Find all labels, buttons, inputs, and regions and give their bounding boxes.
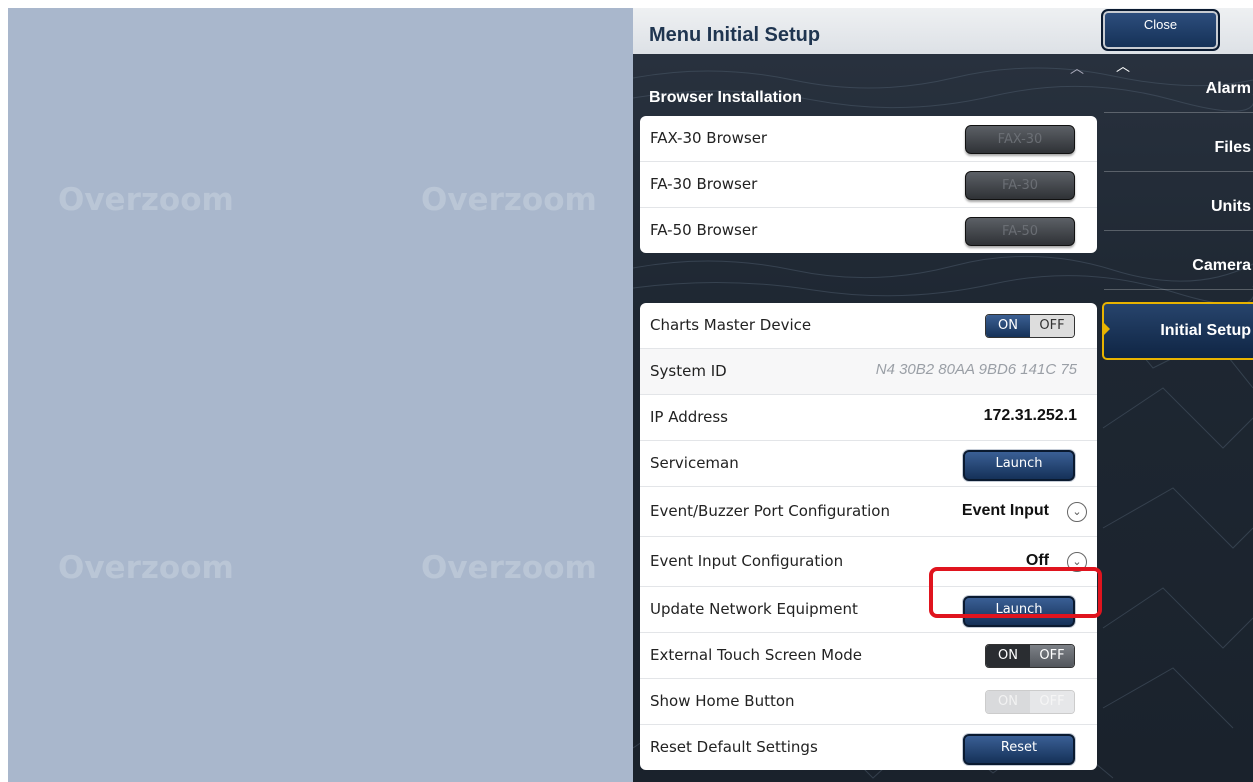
nav-item-files[interactable]: Files (1104, 113, 1253, 172)
chevron-down-icon[interactable]: ⌄ (1067, 502, 1087, 522)
row-label: Update Network Equipment (650, 600, 858, 618)
list-item: Reset Default Settings Reset (640, 725, 1097, 770)
row-label: FAX-30 Browser (650, 129, 768, 147)
list-item: Charts Master Device ON OFF (640, 303, 1097, 349)
toggle-off[interactable]: OFF (1030, 645, 1074, 667)
settings-nav: ︿ Alarm Files Units Camera Initial Setup (1102, 54, 1253, 782)
toggle-on: ON (986, 691, 1030, 713)
list-item: System ID N4 30B2 80AA 9BD6 141C 75 (640, 349, 1097, 395)
watermark: Overzoom (58, 550, 234, 586)
row-label: Serviceman (650, 454, 739, 472)
fa30-install-button[interactable]: FA-30 (965, 171, 1075, 200)
show-home-toggle: ON OFF (985, 690, 1075, 714)
fa50-install-button[interactable]: FA-50 (965, 217, 1075, 246)
title-bar: Menu Initial Setup Close (633, 8, 1253, 54)
toggle-on[interactable]: ON (986, 645, 1030, 667)
section-title: Browser Installation (649, 89, 802, 106)
nav-label: Alarm (1205, 80, 1251, 97)
external-touch-toggle[interactable]: ON OFF (985, 644, 1075, 668)
list-item: FA-50 Browser FA-50 (640, 208, 1097, 253)
toggle-on[interactable]: ON (986, 315, 1030, 337)
row-label: Event Input Configuration (650, 552, 844, 570)
settings-card: Charts Master Device ON OFF System ID N4… (640, 303, 1097, 770)
active-indicator-icon (1103, 322, 1110, 336)
watermark: Overzoom (421, 550, 597, 586)
list-item: IP Address 172.31.252.1 (640, 395, 1097, 441)
list-item: FAX-30 Browser FAX-30 (640, 116, 1097, 162)
toggle-off[interactable]: OFF (1030, 315, 1074, 337)
system-id-value: N4 30B2 80AA 9BD6 141C 75 (875, 361, 1077, 378)
row-label: FA-30 Browser (650, 175, 758, 193)
list-item: External Touch Screen Mode ON OFF (640, 633, 1097, 679)
row-label: System ID (650, 362, 727, 380)
row-label: External Touch Screen Mode (650, 646, 863, 664)
nav-item-alarm[interactable]: Alarm (1104, 54, 1253, 113)
nav-label: Initial Setup (1160, 322, 1251, 339)
row-label: IP Address (650, 408, 728, 426)
row-label: Event/Buzzer Port Configuration (650, 502, 890, 520)
row-label: Show Home Button (650, 692, 795, 710)
watermark: Overzoom (58, 182, 234, 218)
nav-label: Units (1211, 198, 1251, 215)
row-label: Charts Master Device (650, 316, 812, 334)
list-item: FA-30 Browser FA-30 (640, 162, 1097, 208)
nav-label: Files (1214, 139, 1251, 156)
menu-panel: Menu Initial Setup Close ︿ Browser Insta… (633, 8, 1253, 782)
row-label: FA-50 Browser (650, 221, 758, 239)
nav-label: Camera (1192, 257, 1251, 274)
highlight-box (929, 567, 1102, 618)
charts-master-toggle[interactable]: ON OFF (985, 314, 1075, 338)
scroll-up-icon[interactable]: ︿ (1070, 58, 1084, 78)
close-button[interactable]: Close (1101, 9, 1220, 51)
toggle-off: OFF (1030, 691, 1074, 713)
list-item[interactable]: Event/Buzzer Port Configuration Event In… (640, 487, 1097, 537)
ip-address-value: 172.31.252.1 (983, 407, 1077, 424)
nav-item-initial-setup[interactable]: Initial Setup (1102, 302, 1253, 360)
fax30-install-button[interactable]: FAX-30 (965, 125, 1075, 154)
watermark: Overzoom (421, 182, 597, 218)
reset-button[interactable]: Reset (963, 734, 1075, 765)
row-label: Reset Default Settings (650, 738, 818, 756)
browser-installation-card: FAX-30 Browser FAX-30 FA-30 Browser FA-3… (640, 116, 1097, 253)
nav-item-units[interactable]: Units (1104, 172, 1253, 231)
event-buzzer-value: Event Input (961, 502, 1049, 519)
nav-item-camera[interactable]: Camera (1104, 231, 1253, 290)
page-title: Menu Initial Setup (649, 24, 821, 46)
chart-background: Overzoom Overzoom Overzoom Overzoom (8, 8, 633, 782)
list-item: Show Home Button ON OFF (640, 679, 1097, 725)
list-item: Serviceman Launch (640, 441, 1097, 487)
serviceman-launch-button[interactable]: Launch (963, 450, 1075, 481)
